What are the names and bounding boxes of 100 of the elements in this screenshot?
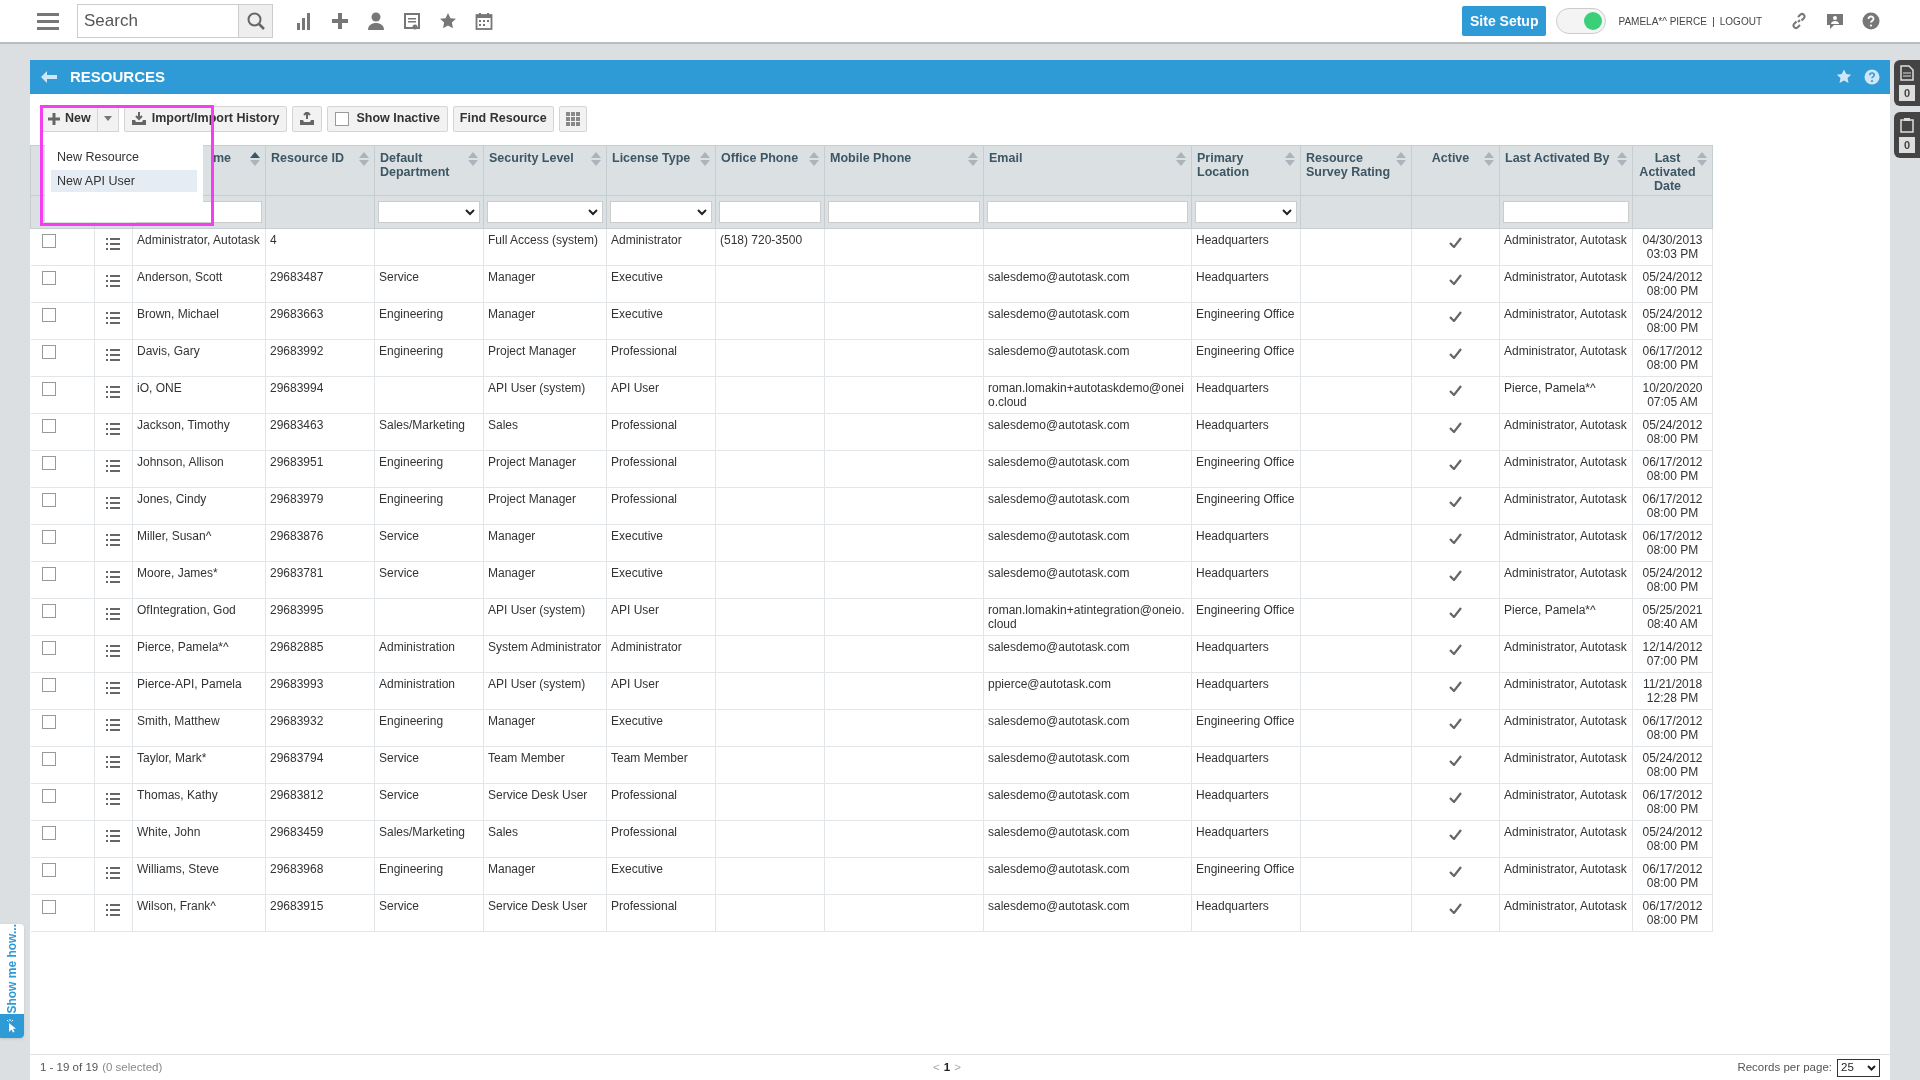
- table-cell: Service: [379, 899, 419, 913]
- table-cell-text: 05/24/2012: [1641, 270, 1704, 284]
- table-cell: Service: [379, 751, 419, 765]
- table-cell: 29683663: [270, 307, 324, 321]
- table-cell: Pierce, Pamela*^: [137, 640, 229, 654]
- table-cell: (518) 720-3500: [720, 233, 803, 247]
- table-cell: Pierce, Pamela*^: [1504, 603, 1596, 617]
- table-cell: Moore, James*: [137, 566, 218, 580]
- table-cell-text: 08:00 PM: [1645, 580, 1700, 594]
- table-cell: Administrator, Autotask: [1504, 270, 1627, 284]
- table-cell: Engineering: [379, 492, 444, 506]
- table-cell: Jackson, Timothy: [137, 418, 230, 432]
- table-cell: Pierce, Pamela*^: [1504, 381, 1596, 395]
- table-cell: API User (system): [488, 603, 586, 617]
- table-cell: Administrator, Autotask: [1504, 788, 1627, 802]
- table-cell: Engineering Office: [1196, 307, 1295, 321]
- table-cell: 4: [270, 233, 277, 247]
- table-cell: Headquarters: [1196, 677, 1269, 691]
- table-cell: salesdemo@autotask.com: [988, 307, 1130, 321]
- table-cell: Project Manager: [488, 455, 577, 469]
- table-cell: Manager: [488, 270, 536, 284]
- table-cell: System Administrator: [488, 640, 602, 654]
- table-cell: Project Manager: [488, 492, 577, 506]
- table-cell: 29683994: [270, 381, 324, 395]
- table-cell: salesdemo@autotask.com: [988, 344, 1130, 358]
- table-cell: 29683487: [270, 270, 324, 284]
- user-name: PAMELA*^ PIERCE: [1618, 14, 1707, 29]
- table-cell-text: 08:00 PM: [1645, 728, 1700, 742]
- table-cell-text: 05/24/2012: [1641, 566, 1704, 580]
- table-cell-text: 05/24/2012: [1641, 825, 1704, 839]
- table-cell: 29683915: [270, 899, 324, 913]
- table-cell: 29683979: [270, 492, 324, 506]
- table-cell: 29683463: [270, 418, 324, 432]
- table-cell: Wilson, Frank^: [137, 899, 216, 913]
- table-cell: OfIntegration, God: [137, 603, 236, 617]
- table-cell: Manager: [488, 566, 536, 580]
- table-cell: Administration: [379, 640, 456, 654]
- table-cell: Sales: [488, 825, 519, 839]
- table-cell: Administrator, Autotask: [1504, 751, 1627, 765]
- table-cell: Sales: [488, 418, 519, 432]
- table-cell-text: 06/17/2012: [1641, 455, 1704, 469]
- table-cell-text: 08:00 PM: [1645, 321, 1700, 335]
- table-cell: Anderson, Scott: [137, 270, 223, 284]
- table-cell: salesdemo@autotask.com: [988, 529, 1130, 543]
- table-cell-text: 12/14/2012: [1641, 640, 1704, 654]
- table-cell: Service: [379, 529, 419, 543]
- table-cell: Headquarters: [1196, 751, 1269, 765]
- table-cell: Professional: [611, 455, 678, 469]
- table-cell: Engineering: [379, 344, 444, 358]
- table-cell: 29682885: [270, 640, 324, 654]
- table-cell: API User (system): [488, 381, 586, 395]
- table-cell: Professional: [611, 825, 678, 839]
- range-text: 1 - 19 of 19: [40, 1059, 99, 1075]
- table-cell: 29683932: [270, 714, 324, 728]
- table-cell: Service Desk User: [488, 788, 588, 802]
- table-cell-text: 08:00 PM: [1645, 358, 1700, 372]
- table-cell: salesdemo@autotask.com: [988, 418, 1130, 432]
- count-badge: 0: [1899, 137, 1915, 153]
- table-cell: Miller, Susan^: [137, 529, 212, 543]
- table-cell: 29683812: [270, 788, 324, 802]
- table-cell: Engineering: [379, 455, 444, 469]
- table-cell: salesdemo@autotask.com: [988, 455, 1130, 469]
- table-cell: Engineering: [379, 714, 444, 728]
- table-cell: Manager: [488, 714, 536, 728]
- table-cell: API User: [611, 603, 659, 617]
- separator-text: |: [1711, 13, 1715, 29]
- table-cell-text: 06/17/2012: [1641, 788, 1704, 802]
- table-cell-text: 10/20/2020: [1641, 381, 1704, 395]
- table-cell-text: 07:05 AM: [1646, 395, 1699, 409]
- table-cell-text: 06/17/2012: [1641, 862, 1704, 876]
- table-cell-text: 04/30/2013: [1641, 233, 1704, 247]
- table-cell: roman.lomakin+autotaskdemo@oneio.cloud: [988, 381, 1184, 409]
- table-cell: salesdemo@autotask.com: [988, 492, 1130, 506]
- table-cell-text: 05/25/2021: [1641, 603, 1704, 617]
- table-cell: 29683993: [270, 677, 324, 691]
- table-cell: 29683995: [270, 603, 324, 617]
- table-cell-text: 08:00 PM: [1645, 876, 1700, 890]
- table-cell: API User: [611, 677, 659, 691]
- table-cell: 29683951: [270, 455, 324, 469]
- table-cell-text: 08:00 PM: [1645, 506, 1700, 520]
- table-cell: Thomas, Kathy: [137, 788, 218, 802]
- table-cell: Administration: [379, 677, 456, 691]
- table-cell-text: 08:00 PM: [1645, 284, 1700, 298]
- table-cell-text: 08:40 AM: [1646, 617, 1699, 631]
- table-cell: Administrator, Autotask: [1504, 455, 1627, 469]
- table-cell: Executive: [611, 529, 664, 543]
- table-cell: Manager: [488, 529, 536, 543]
- table-cell: Headquarters: [1196, 640, 1269, 654]
- table-cell: salesdemo@autotask.com: [988, 714, 1130, 728]
- table-cell: Headquarters: [1196, 233, 1269, 247]
- table-cell: 29683794: [270, 751, 324, 765]
- table-cell: Administrator, Autotask: [1504, 344, 1627, 358]
- table-cell-text: 06/17/2012: [1641, 344, 1704, 358]
- table-cell: Administrator: [611, 233, 682, 247]
- table-cell-text: 06/17/2012: [1641, 492, 1704, 506]
- table-cell: salesdemo@autotask.com: [988, 825, 1130, 839]
- table-cell: Sales/Marketing: [379, 418, 466, 432]
- table-cell: salesdemo@autotask.com: [988, 751, 1130, 765]
- table-cell: salesdemo@autotask.com: [988, 788, 1130, 802]
- table-cell: Taylor, Mark*: [137, 751, 207, 765]
